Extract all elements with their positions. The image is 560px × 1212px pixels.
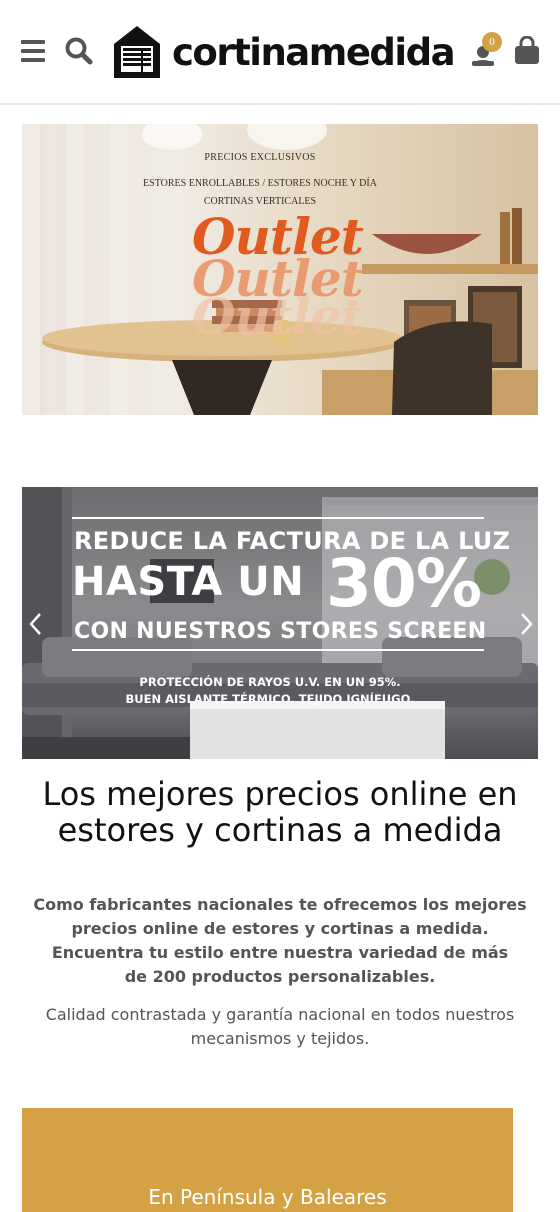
banner-note-2: BUEN AISLANTE TÉRMICO. TEJIDO IGNÍFUGO. — [125, 692, 415, 706]
banner-note-1: PROTECCIÓN DE RAYOS U.V. EN UN 95%. — [139, 675, 401, 689]
cart-count-badge: 0 — [482, 32, 502, 52]
shopping-bag-icon — [515, 35, 539, 64]
brand-name: cortinamedida — [172, 30, 456, 74]
outlet-products-2: CORTINAS VERTICALES — [203, 196, 317, 207]
intro-paragraph-3: Calidad contrastada y garantía nacional … — [45, 1005, 515, 1048]
search-icon[interactable] — [64, 36, 94, 66]
banner-headline-3: CON NUESTROS STORES SCREEN — [74, 619, 487, 644]
user-account-button[interactable]: 0 — [470, 30, 504, 70]
banner-percent: 30% — [326, 545, 482, 622]
site-header: cortinamedida 0 — [0, 0, 560, 105]
site-logo[interactable]: cortinamedida — [112, 24, 456, 80]
banner-headline-2: HASTA UN — [72, 559, 305, 605]
shipping-promo-label: En Península y Baleares — [148, 1185, 387, 1209]
intro-paragraph-2: Encuentra tu estilo entre nuestra varied… — [51, 943, 509, 986]
shipping-promo-block: En Península y Baleares — [22, 1108, 513, 1212]
outlet-word-echo-2: Outlet — [192, 287, 364, 346]
chevron-right-icon — [521, 613, 533, 635]
outlet-products: ESTORES ENROLLABLES / ESTORES NOCHE Y DÍ… — [143, 178, 377, 189]
chevron-left-icon — [29, 613, 41, 635]
logo-mark — [114, 26, 160, 78]
outlet-tagline: PRECIOS EXCLUSIVOS — [204, 152, 316, 163]
carousel-prev-button[interactable] — [26, 610, 46, 638]
divider-line — [72, 517, 484, 519]
outlet-banner[interactable]: PRECIOS EXCLUSIVOS ESTORES ENROLLABLES /… — [22, 124, 538, 415]
carousel-next-button[interactable] — [516, 610, 536, 638]
hamburger-menu-icon[interactable] — [21, 40, 45, 62]
shopping-bag-button[interactable] — [513, 35, 541, 66]
divider-line-2 — [72, 649, 484, 651]
intro-paragraph-1: Como fabricantes nacionales te ofrecemos… — [33, 895, 527, 938]
page-headline: Los mejores precios online en estores y … — [42, 775, 518, 849]
stores-screen-banner[interactable]: REDUCE LA FACTURA DE LA LUZ HASTA UN 30%… — [22, 487, 538, 759]
